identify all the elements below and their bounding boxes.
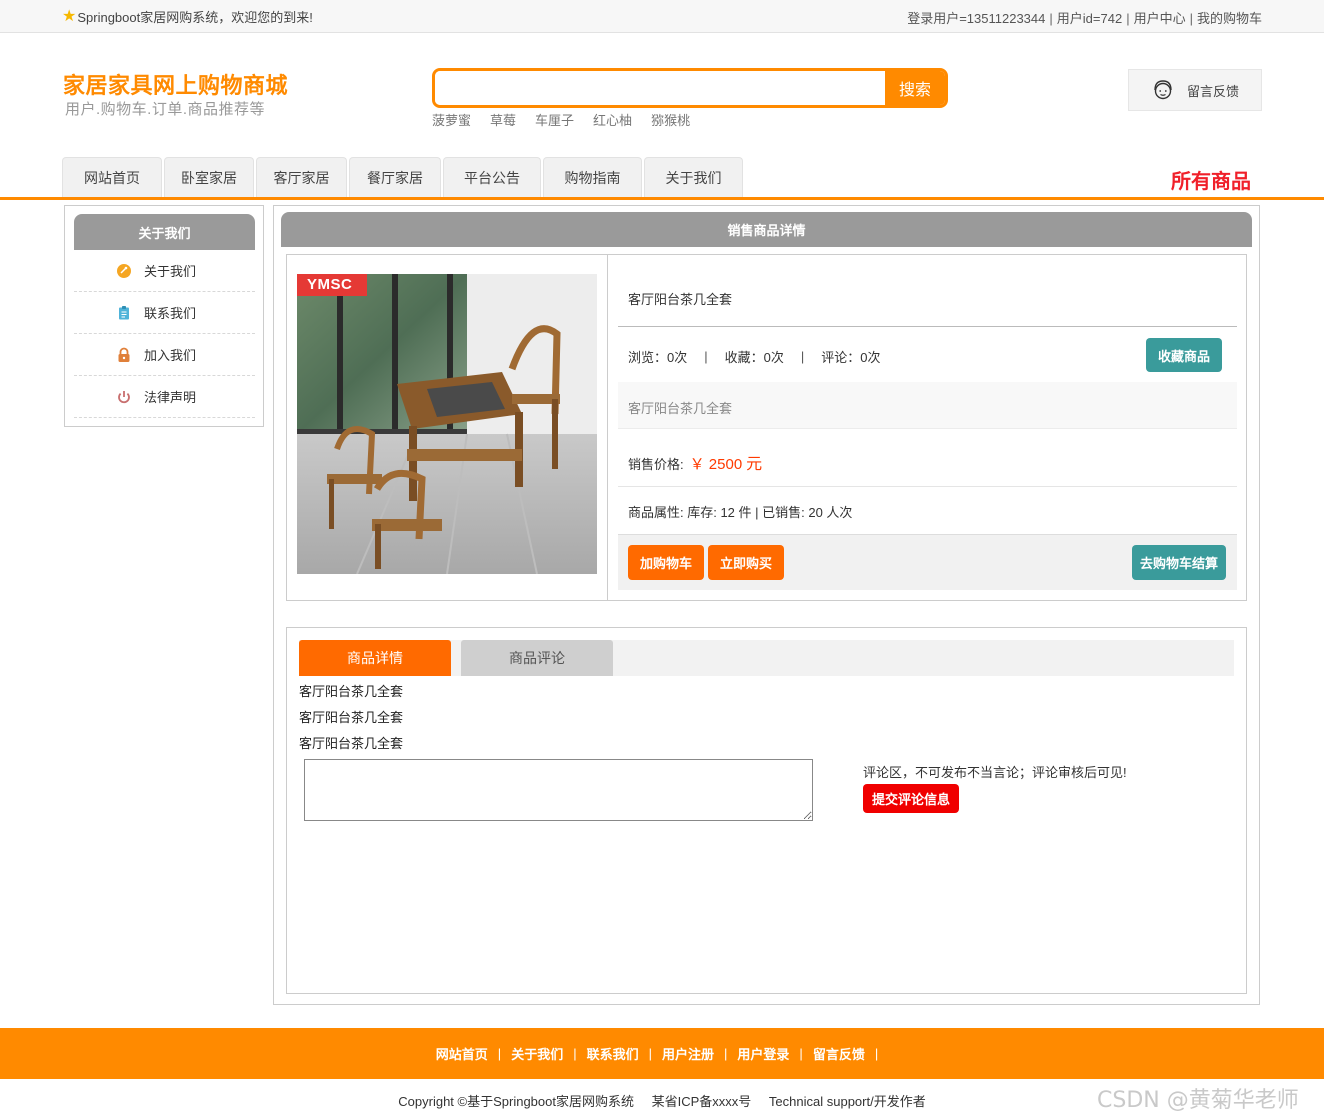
site-title[interactable]: 家居家具网上购物商城 <box>63 68 288 100</box>
main-nav: 网站首页 卧室家居 客厅家居 餐厅家居 平台公告 购物指南 关于我们 <box>62 157 743 197</box>
nav-tab-living-room[interactable]: 客厅家居 <box>256 157 347 197</box>
power-icon <box>116 389 132 405</box>
submit-comment-button[interactable]: 提交评论信息 <box>863 784 959 813</box>
copyright-text: Copyright ©基于Springboot家居网购系统 <box>398 1094 634 1109</box>
footer-separator: | <box>573 1046 577 1061</box>
nav-tab-about-us[interactable]: 关于我们 <box>644 157 743 197</box>
lock-icon <box>116 347 132 363</box>
watermark: CSDN @黄菊华老师 <box>1097 1088 1299 1113</box>
hot-word[interactable]: 红心柚 <box>593 110 632 129</box>
footer-separator: | <box>724 1046 728 1061</box>
footer-link-about[interactable]: 关于我们 <box>511 1044 563 1063</box>
comment-notice: 评论区，不可发布不当言论；评论审核后可见! <box>863 765 1127 780</box>
nav-divider <box>0 197 1324 200</box>
top-bar: ★ Springboot家居网购系统，欢迎您的到来! 登录用户=13511223… <box>0 0 1324 33</box>
sidebar-item-about[interactable]: 关于我们 <box>74 250 255 292</box>
sidebar-item-label: 联系我们 <box>144 306 197 321</box>
tab-product-detail[interactable]: 商品详情 <box>299 640 451 676</box>
checkout-button[interactable]: 去购物车结算 <box>1132 545 1226 580</box>
customer-service-icon <box>1154 80 1172 100</box>
price-label: 销售价格: <box>628 457 684 472</box>
price-row: 销售价格: ￥ 2500 元 <box>628 450 762 474</box>
hot-word[interactable]: 菠萝蜜 <box>432 110 471 129</box>
sidebar-item-legal[interactable]: 法律声明 <box>74 376 255 418</box>
hot-word[interactable]: 草莓 <box>490 110 516 129</box>
detail-text-line: 客厅阳台茶几全套 <box>299 710 404 725</box>
footer-link-register[interactable]: 用户注册 <box>662 1044 714 1063</box>
detail-text-line: 客厅阳台茶几全套 <box>299 736 404 751</box>
section-title: 销售商品详情 <box>281 212 1252 247</box>
separator: | <box>1189 11 1193 26</box>
info-divider <box>618 486 1237 487</box>
site-subtitle: 用户.购物车.订单.商品推荐等 <box>65 101 266 118</box>
comment-textarea[interactable] <box>304 759 813 821</box>
detail-text-line: 客厅阳台茶几全套 <box>299 684 404 699</box>
sidebar: 关于我们 关于我们 联系我们 加入我们 法律声明 <box>64 205 264 427</box>
product-name: 客厅阳台茶几全套 <box>628 292 733 307</box>
welcome-text: Springboot家居网购系统，欢迎您的到来! <box>77 10 313 25</box>
sidebar-item-contact[interactable]: 联系我们 <box>74 292 255 334</box>
favorite-button[interactable]: 收藏商品 <box>1146 338 1222 372</box>
hot-word[interactable]: 猕猴桃 <box>651 110 690 129</box>
price-unit: 元 <box>746 456 763 473</box>
star-icon: ★ <box>62 7 77 25</box>
separator: | <box>1126 11 1130 26</box>
welcome-message: ★ Springboot家居网购系统，欢迎您的到来! <box>62 7 313 26</box>
user-id-text: 用户id=742 <box>1056 11 1123 26</box>
tab-product-reviews[interactable]: 商品评论 <box>461 640 613 676</box>
stat-separator: | <box>704 349 708 364</box>
footer-link-feedback[interactable]: 留言反馈 <box>813 1044 865 1063</box>
separator: | <box>1049 11 1053 26</box>
feedback-button[interactable]: 留言反馈 <box>1128 69 1262 111</box>
sidebar-item-label: 加入我们 <box>144 348 197 363</box>
search-input[interactable] <box>435 71 885 105</box>
sidebar-item-label: 关于我们 <box>144 264 197 279</box>
nav-tab-home[interactable]: 网站首页 <box>62 157 162 197</box>
user-center-link[interactable]: 用户中心 <box>1134 11 1186 26</box>
user-links: 登录用户=13511223344 | 用户id=742 | 用户中心 | 我的购物车 <box>907 8 1262 27</box>
all-goods-link[interactable]: 所有商品 <box>1171 165 1251 194</box>
nav-tab-dining-room[interactable]: 餐厅家居 <box>349 157 441 197</box>
image-badge: YMSC <box>307 276 353 293</box>
comments-count: 评论：0次 <box>821 350 881 365</box>
orange-circle-icon <box>116 263 132 279</box>
favorites-count: 收藏：0次 <box>724 350 784 365</box>
detail-divider <box>607 255 608 600</box>
buy-now-button[interactable]: 立即购买 <box>708 545 784 580</box>
hot-word[interactable]: 车厘子 <box>535 110 574 129</box>
search-button[interactable]: 搜索 <box>885 71 945 105</box>
product-attributes: 商品属性: 库存: 12 件 | 已销售: 20 人次 <box>628 505 853 520</box>
add-to-cart-button[interactable]: 加购物车 <box>628 545 704 580</box>
footer-separator: | <box>874 1046 879 1061</box>
views-count: 浏览：0次 <box>628 350 688 365</box>
info-divider <box>618 326 1237 327</box>
my-cart-link[interactable]: 我的购物车 <box>1197 11 1262 26</box>
support-text: Technical support/开发作者 <box>768 1094 926 1109</box>
footer-link-login[interactable]: 用户登录 <box>737 1044 789 1063</box>
footer-link-contact[interactable]: 联系我们 <box>587 1044 639 1063</box>
nav-tab-shopping-guide[interactable]: 购物指南 <box>543 157 642 197</box>
footer-separator: | <box>648 1046 652 1061</box>
footer-links: 网站首页 | 关于我们 | 联系我们 | 用户注册 | 用户登录 | 留言反馈 | <box>0 1028 1324 1079</box>
hot-search-words: 菠萝蜜 草莓 车厘子 红心柚 猕猴桃 <box>432 110 690 129</box>
nav-tab-announcements[interactable]: 平台公告 <box>443 157 541 197</box>
sidebar-item-join[interactable]: 加入我们 <box>74 334 255 376</box>
sidebar-title: 关于我们 <box>74 214 255 250</box>
footer-separator: | <box>497 1046 502 1061</box>
footer-link-home[interactable]: 网站首页 <box>436 1044 488 1063</box>
stat-separator: | <box>800 349 805 364</box>
icp-text: 某省ICP备xxxx号 <box>651 1094 752 1109</box>
product-stats: 浏览：0次 | 收藏：0次 | 评论：0次 <box>628 347 880 366</box>
price-value: ￥ 2500 <box>689 456 743 473</box>
product-image: YMSC <box>297 274 597 574</box>
clipboard-icon <box>116 305 132 321</box>
login-user-text: 登录用户=13511223344 <box>907 11 1046 26</box>
search-box: 搜索 <box>432 68 948 108</box>
feedback-label: 留言反馈 <box>1187 83 1240 99</box>
footer-separator: | <box>799 1046 803 1061</box>
product-description: 客厅阳台茶几全套 <box>628 401 733 416</box>
nav-tab-bedroom[interactable]: 卧室家居 <box>164 157 254 197</box>
sidebar-item-label: 法律声明 <box>144 390 197 405</box>
